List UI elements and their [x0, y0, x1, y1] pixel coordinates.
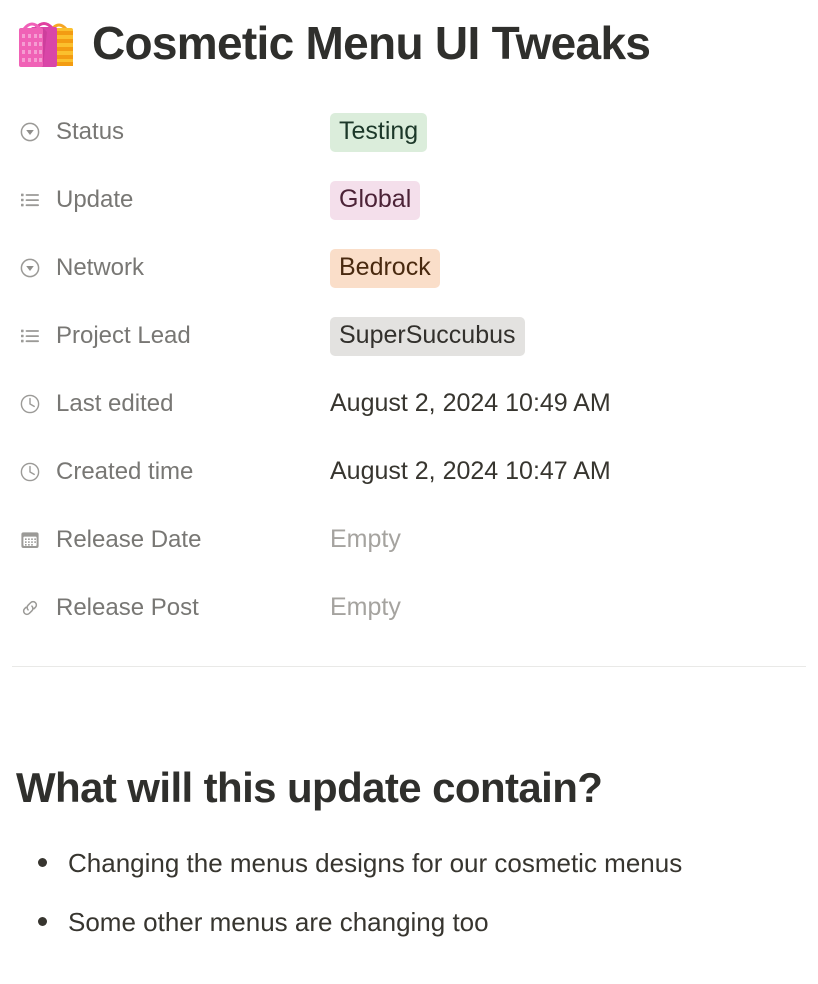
update-badge[interactable]: Global: [330, 180, 421, 220]
property-name: Release Post: [56, 594, 199, 621]
property-value-update[interactable]: Global: [330, 180, 818, 220]
release-post-empty-placeholder[interactable]: Empty: [330, 594, 401, 622]
section-heading: What will this update contain?: [16, 764, 603, 811]
notion-page: Cosmetic Menu UI Tweaks Status Testing U…: [0, 0, 818, 984]
list-item[interactable]: Changing the menus designs for our cosme…: [16, 847, 802, 880]
select-circle-chevron-icon: [18, 256, 42, 280]
property-value-last-edited: August 2, 2024 10:49 AM: [330, 390, 818, 418]
property-value-status[interactable]: Testing: [330, 112, 818, 152]
property-name: Release Date: [56, 526, 202, 553]
bullet-dot-icon: [16, 847, 68, 868]
property-row-project-lead[interactable]: Project Lead SuperSuccubus: [18, 302, 818, 370]
last-edited-timestamp: August 2, 2024 10:49 AM: [330, 389, 611, 418]
property-label-release-post: Release Post: [18, 596, 330, 620]
link-icon: [18, 596, 42, 620]
page-title-row: Cosmetic Menu UI Tweaks: [0, 0, 818, 78]
shopping-bags-emoji: [14, 11, 80, 77]
property-value-release-date[interactable]: Empty: [330, 526, 818, 554]
property-label-last-edited: Last edited: [18, 392, 330, 416]
bulleted-list: Changing the menus designs for our cosme…: [16, 847, 802, 940]
property-value-network[interactable]: Bedrock: [330, 248, 818, 288]
network-badge[interactable]: Bedrock: [330, 248, 440, 288]
property-label-status: Status: [18, 120, 330, 144]
section-divider: [12, 666, 806, 667]
clock-icon: [18, 392, 42, 416]
calendar-icon: [18, 528, 42, 552]
page-title: Cosmetic Menu UI Tweaks: [92, 16, 651, 69]
property-row-last-edited[interactable]: Last edited August 2, 2024 10:49 AM: [18, 370, 818, 438]
property-row-release-date[interactable]: Release Date Empty: [18, 506, 818, 574]
property-name: Last edited: [56, 390, 174, 417]
property-label-created-time: Created time: [18, 460, 330, 484]
property-row-release-post[interactable]: Release Post Empty: [18, 574, 818, 642]
clock-icon: [18, 460, 42, 484]
property-table: Status Testing Update Global Network Bed…: [0, 98, 818, 642]
list-item-text: Changing the menus designs for our cosme…: [68, 848, 683, 879]
property-label-release-date: Release Date: [18, 528, 330, 552]
property-value-created-time: August 2, 2024 10:47 AM: [330, 458, 818, 486]
property-name: Network: [56, 254, 145, 281]
property-name: Status: [56, 118, 125, 145]
release-date-empty-placeholder[interactable]: Empty: [330, 526, 401, 554]
property-label-project-lead: Project Lead: [18, 324, 330, 348]
property-label-update: Update: [18, 188, 330, 212]
bullet-dot-icon: [16, 906, 68, 927]
multi-select-list-icon: [18, 188, 42, 212]
page-content: What will this update contain? Changing …: [0, 764, 818, 940]
property-row-created-time[interactable]: Created time August 2, 2024 10:47 AM: [18, 438, 818, 506]
select-circle-chevron-icon: [18, 120, 42, 144]
list-item[interactable]: Some other menus are changing too: [16, 906, 802, 939]
property-name: Update: [56, 186, 134, 213]
status-badge[interactable]: Testing: [330, 112, 428, 152]
multi-select-list-icon: [18, 324, 42, 348]
property-row-status[interactable]: Status Testing: [18, 98, 818, 166]
property-name: Project Lead: [56, 322, 191, 349]
property-value-release-post[interactable]: Empty: [330, 594, 818, 622]
property-value-project-lead[interactable]: SuperSuccubus: [330, 316, 818, 356]
project-lead-badge[interactable]: SuperSuccubus: [330, 316, 525, 356]
list-item-text: Some other menus are changing too: [68, 907, 489, 938]
created-time-timestamp: August 2, 2024 10:47 AM: [330, 457, 611, 486]
property-label-network: Network: [18, 256, 330, 280]
property-name: Created time: [56, 458, 194, 485]
property-row-update[interactable]: Update Global: [18, 166, 818, 234]
property-row-network[interactable]: Network Bedrock: [18, 234, 818, 302]
